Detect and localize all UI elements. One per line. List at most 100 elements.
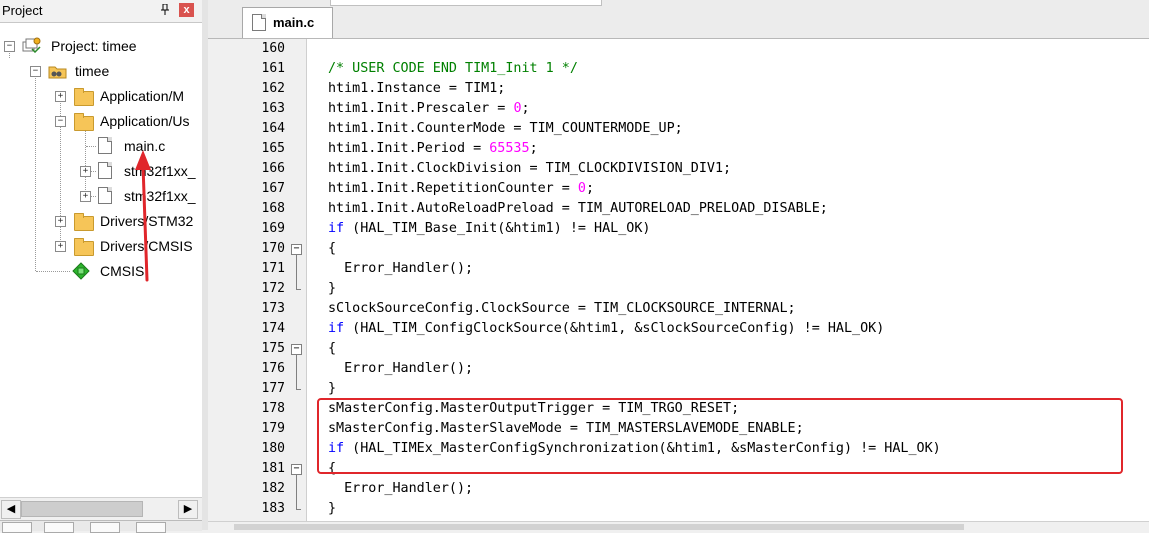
panel-tab[interactable] (44, 522, 74, 533)
code-line: Error_Handler(); (328, 481, 474, 496)
scroll-thumb[interactable] (234, 524, 964, 530)
fold-end-mark (296, 509, 301, 510)
project-panel: Project x − Project: timee − timee + App… (0, 0, 203, 533)
tree-item-group[interactable]: + Drivers/CMSIS (0, 236, 200, 256)
fold-guide (296, 355, 297, 389)
fold-end-mark (296, 389, 301, 390)
tree-item-project[interactable]: − Project: timee (0, 36, 200, 56)
code-line: htim1.Instance = TIM1; (328, 81, 506, 96)
code-number: 65535 (489, 141, 530, 156)
code-line: Error_Handler(); (328, 361, 474, 376)
tree-item-file-main[interactable]: main.c (0, 136, 200, 156)
expand-icon[interactable]: + (80, 191, 91, 202)
expand-icon[interactable]: + (55, 91, 66, 102)
tree-item-file[interactable]: + stm32f1xx_ (0, 161, 200, 181)
tree-item-file[interactable]: + stm32f1xx_ (0, 186, 200, 206)
code-line: htim1.Init.AutoReloadPreload = TIM_AUTOR… (328, 201, 828, 216)
folder-icon (74, 88, 94, 106)
fold-collapse-icon[interactable]: − (291, 244, 302, 255)
code-line: Error_Handler(); (328, 261, 474, 276)
code-line: /* USER CODE END TIM1_Init 1 */ (328, 61, 578, 76)
line-number: 175 (261, 341, 285, 356)
line-number: 170 (261, 241, 285, 256)
scroll-left-icon[interactable]: ◀ (1, 500, 21, 519)
tree-item-label: Project: timee (51, 38, 137, 54)
tree-item-label: Application/Us (100, 113, 190, 129)
folder-icon (74, 213, 94, 231)
line-number: 181 (261, 461, 285, 476)
code-line: { (328, 241, 337, 256)
scroll-thumb[interactable] (21, 501, 143, 517)
line-number: 168 (261, 201, 285, 216)
expand-icon[interactable]: + (55, 216, 66, 227)
code-text: ; (521, 101, 530, 116)
project-panel-title: Project (2, 3, 43, 18)
tree-item-label: stm32f1xx_ (124, 163, 196, 179)
file-icon (98, 187, 112, 204)
code-keyword: if (328, 221, 345, 236)
code-line: } (328, 381, 337, 396)
pin-icon[interactable] (160, 3, 170, 19)
tree-item-cmsis[interactable]: CMSIS (0, 261, 200, 281)
panel-tab[interactable] (136, 522, 166, 533)
fold-end-mark (296, 289, 301, 290)
line-number: 167 (261, 181, 285, 196)
tree-item-label: Application/M (100, 88, 185, 104)
line-number: 171 (261, 261, 285, 276)
fold-guide (296, 475, 297, 509)
tree-item-label: Drivers/CMSIS (100, 238, 193, 254)
code-text: (HAL_TIM_ConfigClockSource(&htim1, &sClo… (344, 321, 885, 336)
panel-tab[interactable] (90, 522, 120, 533)
code-line: if (HAL_TIM_Base_Init(&htim1) != HAL_OK) (328, 219, 650, 239)
folder-open-icon (74, 113, 94, 131)
line-number: 174 (261, 321, 285, 336)
line-number: 164 (261, 121, 285, 136)
gutter-divider (306, 39, 307, 521)
code-number: 0 (577, 181, 586, 196)
code-line: htim1.Init.Period = 65535; (328, 139, 538, 159)
line-number: 178 (261, 401, 285, 416)
line-number: 173 (261, 301, 285, 316)
tree-item-label: timee (75, 63, 110, 79)
collapse-icon[interactable]: − (4, 41, 15, 52)
file-icon (98, 137, 112, 154)
tab-label: main.c (273, 15, 315, 30)
expand-icon[interactable]: + (55, 241, 66, 252)
code-line: } (328, 281, 337, 296)
collapse-icon[interactable]: − (55, 116, 66, 127)
line-number: 165 (261, 141, 285, 156)
tree-item-label: Drivers/STM32 (100, 213, 194, 229)
code-line: } (328, 501, 337, 516)
code-text: htim1.Init.Prescaler = (328, 101, 514, 116)
background-window-edge (330, 0, 602, 6)
line-number: 176 (261, 361, 285, 376)
close-icon[interactable]: x (179, 3, 194, 17)
scroll-right-icon[interactable]: ▶ (178, 500, 198, 519)
target-folder-icon (48, 63, 68, 82)
fold-collapse-icon[interactable]: − (291, 464, 302, 475)
collapse-icon[interactable]: − (30, 66, 41, 77)
line-number: 169 (261, 221, 285, 236)
tab-main-c[interactable]: main.c (242, 7, 333, 38)
line-number: 177 (261, 381, 285, 396)
line-number: 163 (261, 101, 285, 116)
project-hscrollbar[interactable]: ◀ ▶ (0, 497, 202, 520)
expand-icon[interactable]: + (80, 166, 91, 177)
tree-item-group[interactable]: − Application/Us (0, 111, 200, 131)
code-text: (HAL_TIM_Base_Init(&htim1) != HAL_OK) (344, 221, 651, 236)
code-line: htim1.Init.RepetitionCounter = 0; (328, 179, 594, 199)
tree-item-group[interactable]: + Application/M (0, 86, 200, 106)
file-icon (252, 14, 266, 31)
code-line: sClockSourceConfig.ClockSource = TIM_CLO… (328, 301, 796, 316)
line-number: 180 (261, 441, 285, 456)
line-number: 182 (261, 481, 285, 496)
file-icon (98, 162, 112, 179)
project-panel-header: Project x (0, 0, 202, 23)
folder-icon (74, 238, 94, 256)
code-line: htim1.Init.Prescaler = 0; (328, 99, 530, 119)
fold-collapse-icon[interactable]: − (291, 344, 302, 355)
line-number: 162 (261, 81, 285, 96)
panel-tab[interactable] (2, 522, 32, 533)
tree-item-target[interactable]: − timee (0, 61, 200, 81)
tree-item-group[interactable]: + Drivers/STM32 (0, 211, 200, 231)
